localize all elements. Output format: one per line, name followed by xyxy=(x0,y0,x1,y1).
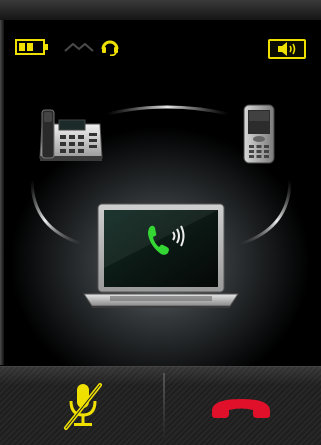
end-call-icon xyxy=(212,399,270,418)
top-connection-arc xyxy=(106,105,229,116)
phone-handset-icon xyxy=(148,225,185,255)
battery-icon xyxy=(15,39,48,55)
mute-button[interactable] xyxy=(0,367,163,445)
headset-icon xyxy=(101,40,119,57)
call-screen xyxy=(0,0,321,445)
left-connection-arc xyxy=(30,179,83,246)
desk-phone-icon[interactable] xyxy=(38,106,104,164)
top-bezel xyxy=(0,0,321,20)
speaker-button[interactable] xyxy=(268,39,306,59)
left-edge xyxy=(0,20,4,365)
right-connection-arc xyxy=(239,179,292,246)
end-call-button[interactable] xyxy=(165,367,321,445)
speaker-volume-icon xyxy=(278,42,296,56)
microphone-muted-icon xyxy=(64,383,102,430)
signal-wave-icon xyxy=(64,42,94,52)
laptop-icon[interactable] xyxy=(80,198,242,324)
mobile-phone-icon[interactable] xyxy=(242,104,276,164)
call-controls-bar xyxy=(0,366,321,445)
